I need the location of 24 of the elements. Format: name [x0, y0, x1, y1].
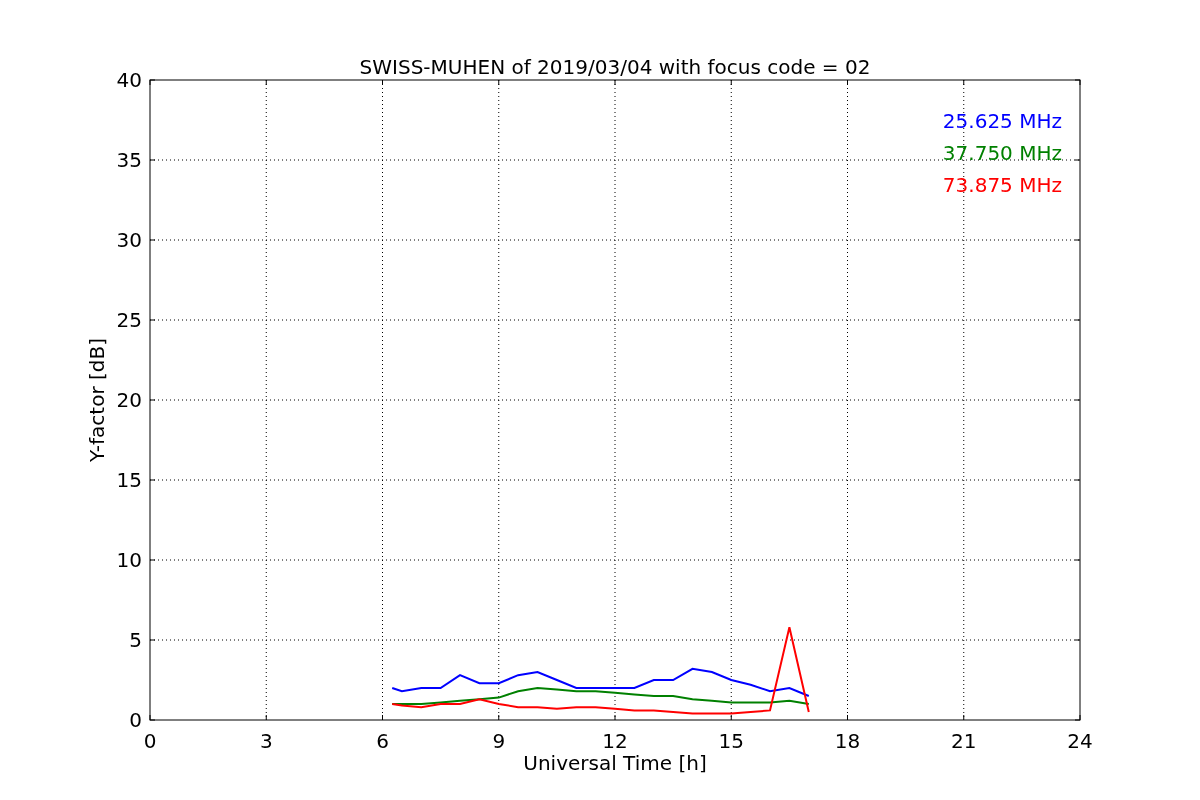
- x-tick-label: 12: [602, 729, 628, 753]
- x-tick-label: 3: [259, 729, 273, 753]
- y-tick-label: 0: [129, 708, 142, 732]
- y-tick-label: 25: [116, 308, 142, 332]
- chart-title: SWISS-MUHEN of 2019/03/04 with focus code = 02: [359, 55, 871, 79]
- x-tick-label: 0: [143, 729, 157, 753]
- y-tick-label: 20: [116, 388, 142, 412]
- y-tick-label: 5: [129, 628, 142, 652]
- y-axis-label: Y-factor [dB]: [85, 338, 109, 462]
- x-axis-label: Universal Time [h]: [523, 751, 707, 775]
- legend-label: 25.625 MHz: [942, 109, 1062, 133]
- legend-label: 37.750 MHz: [942, 141, 1062, 165]
- y-tick-label: 30: [116, 228, 142, 252]
- y-tick-label: 40: [116, 68, 142, 92]
- x-tick-label: 15: [718, 729, 744, 753]
- y-tick-label: 10: [116, 548, 142, 572]
- x-tick-label: 21: [951, 729, 977, 753]
- x-tick-label: 24: [1067, 729, 1093, 753]
- x-tick-label: 9: [492, 729, 506, 753]
- legend-label: 73.875 MHz: [942, 173, 1062, 197]
- x-tick-label: 6: [376, 729, 389, 753]
- y-tick-label: 15: [116, 468, 142, 492]
- x-tick-label: 18: [834, 729, 861, 753]
- y-tick-label: 35: [116, 148, 142, 172]
